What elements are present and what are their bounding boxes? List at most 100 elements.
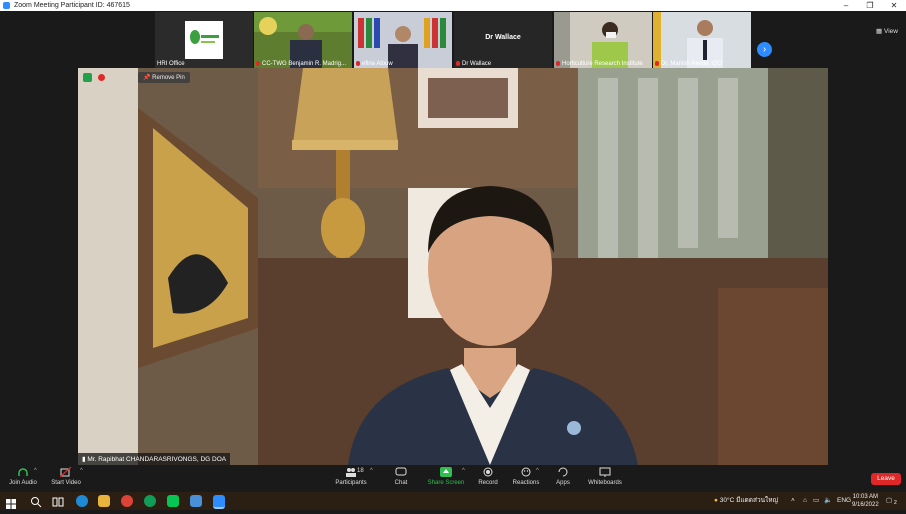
weather-widget[interactable]: ● 30°C มีแดดส่วนใหญ่: [714, 492, 778, 510]
edge-browser-icon[interactable]: [76, 495, 88, 507]
remove-pin-button[interactable]: 📌 Remove Pin: [138, 72, 190, 83]
search-icon[interactable]: [30, 495, 42, 508]
whiteboards-label: Whiteboards: [588, 480, 622, 486]
window-titlebar: Zoom Meeting Participant ID: 467615 – ❐ …: [0, 0, 906, 11]
line-app-icon[interactable]: [167, 495, 179, 507]
zoom-taskbar-icon[interactable]: [213, 495, 225, 509]
task-view-icon[interactable]: [52, 495, 64, 507]
participant-tile[interactable]: efina Alouw: [354, 12, 452, 68]
start-video-button[interactable]: Start Video: [50, 467, 82, 486]
participant-strip: HRI Office CC-TWG Benjamin R. Madrig... …: [0, 11, 906, 68]
reactions-icon: [521, 467, 531, 477]
weather-sun-icon: ●: [714, 497, 718, 504]
participant-video: [254, 12, 352, 68]
clock[interactable]: 10:03 AM 9/16/2022: [852, 493, 879, 509]
chrome-profile-icon[interactable]: [144, 495, 156, 507]
chrome-icon[interactable]: [121, 495, 133, 507]
close-icon[interactable]: ✕: [882, 0, 906, 11]
windows-start-icon[interactable]: [6, 496, 16, 509]
volume-icon[interactable]: 🔈: [824, 492, 832, 510]
audio-options-chevron-icon[interactable]: ^: [34, 468, 37, 474]
headphones-icon: [18, 468, 28, 476]
muted-mic-icon: [356, 60, 360, 66]
join-audio-label: Join Audio: [9, 480, 37, 486]
participant-tile[interactable]: CC-TWG Benjamin R. Madrig...: [254, 12, 352, 68]
start-video-label: Start Video: [51, 480, 81, 486]
pin-icon: 📌: [143, 75, 151, 81]
tray-chevron-icon[interactable]: ˄: [791, 492, 795, 510]
muted-mic-icon: [655, 60, 659, 66]
reactions-chevron-icon[interactable]: ^: [536, 468, 539, 474]
record-button[interactable]: Record: [476, 467, 500, 486]
participant-name: HRI Office: [157, 61, 185, 67]
share-screen-icon: [440, 467, 452, 477]
remove-pin-label: Remove Pin: [152, 75, 185, 81]
share-screen-button[interactable]: Share Screen: [426, 467, 466, 486]
next-page-button[interactable]: ›: [757, 42, 772, 57]
participant-name: Horticulture Research Institute: [562, 61, 643, 67]
restore-icon[interactable]: ❐: [858, 0, 882, 11]
participant-tile[interactable]: Horticulture Research Institute: [554, 12, 652, 68]
window-title: Zoom Meeting Participant ID: 467615: [14, 2, 130, 9]
pin-status-icon: [83, 73, 92, 82]
os-taskbar: ● 30°C มีแดดส่วนใหญ่ ˄ ⌂ ▭ 🔈 ENG 10:03 A…: [0, 492, 906, 510]
main-video[interactable]: 📌 Remove Pin ▮ Mr. Rapibhat CHANDARASRIV…: [78, 68, 828, 465]
participants-count: 18: [357, 468, 364, 474]
weather-text: 30°C มีแดดส่วนใหญ่: [719, 497, 779, 504]
speaker-name: Mr. Rapibhat CHANDARASRIVONGS, DG DOA: [87, 456, 227, 463]
speaker-name-bar: ▮ Mr. Rapibhat CHANDARASRIVONGS, DG DOA: [78, 453, 231, 465]
app-icon[interactable]: [190, 495, 202, 507]
share-screen-label: Share Screen: [427, 480, 465, 486]
participant-tile[interactable]: Dr Wallace Dr Wallace: [454, 12, 552, 68]
clock-date: 9/16/2022: [852, 502, 879, 508]
participant-name: CC-TWG Benjamin R. Madrig...: [262, 61, 347, 67]
chat-button[interactable]: Chat: [390, 467, 412, 486]
hri-logo: [185, 21, 223, 59]
view-button[interactable]: ▦ View: [876, 27, 898, 35]
apps-label: Apps: [556, 480, 570, 486]
notifications-icon[interactable]: ▢: [886, 492, 892, 510]
notifications-count: 2: [894, 500, 897, 506]
participants-label: Participants: [335, 480, 367, 486]
apps-button[interactable]: Apps: [553, 467, 573, 486]
network-icon[interactable]: ⌂: [803, 492, 807, 510]
participant-video: [554, 12, 652, 68]
minimize-icon[interactable]: –: [834, 0, 858, 11]
hri-logo-icon: [190, 30, 219, 44]
participant-video: [653, 12, 751, 68]
chat-label: Chat: [394, 480, 408, 486]
participant-video: [354, 12, 452, 68]
whiteboards-button[interactable]: Whiteboards: [588, 467, 622, 486]
video-options-chevron-icon[interactable]: ^: [80, 468, 83, 474]
recording-indicator-icon: [98, 74, 105, 81]
battery-icon[interactable]: ▭: [813, 492, 819, 510]
participant-tile[interactable]: HRI Office: [155, 12, 253, 68]
chat-icon: [395, 467, 407, 476]
muted-mic-icon: [556, 60, 560, 66]
apps-icon: [558, 467, 568, 477]
record-icon: [483, 467, 493, 477]
file-explorer-icon[interactable]: [98, 495, 110, 507]
participant-name: Dr. Manish Pande, QCI: [661, 61, 723, 67]
whiteboard-icon: [599, 467, 611, 477]
clock-time: 10:03 AM: [852, 494, 879, 500]
speaker-video: [78, 68, 828, 465]
leave-button[interactable]: Leave: [871, 473, 901, 485]
muted-mic-icon: [256, 60, 260, 66]
grid-icon: ▦: [876, 28, 883, 35]
share-options-chevron-icon[interactable]: ^: [462, 468, 465, 474]
video-off-icon: [60, 467, 72, 477]
participant-name: efina Alouw: [362, 61, 393, 67]
participants-chevron-icon[interactable]: ^: [370, 468, 373, 474]
participant-tile[interactable]: Dr. Manish Pande, QCI: [653, 12, 751, 68]
participants-icon: [346, 468, 356, 477]
language-indicator[interactable]: ENG: [837, 492, 851, 510]
meeting-toolbar: Join Audio ^ Start Video ^ Participants …: [0, 465, 906, 492]
participant-center-name: Dr Wallace: [485, 34, 521, 41]
zoom-logo-icon: [3, 2, 10, 9]
participant-name: Dr Wallace: [462, 61, 492, 67]
reactions-label: Reactions: [512, 480, 540, 486]
view-label: View: [884, 28, 898, 35]
record-label: Record: [478, 480, 498, 486]
muted-mic-icon: [456, 60, 460, 66]
